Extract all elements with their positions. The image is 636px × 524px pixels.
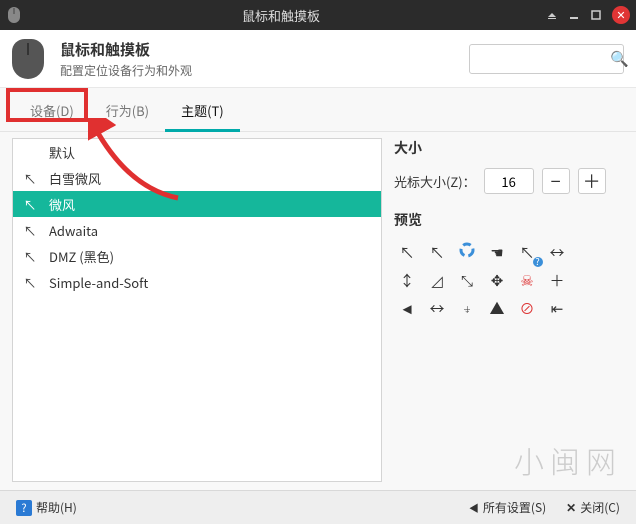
cursor-icon: ↖ (23, 169, 37, 188)
cursor-size-label: 光标大小(Z)： (394, 172, 476, 191)
close-button[interactable]: ✕ 关闭(C) (558, 496, 628, 520)
window-title: 鼠标和触摸板 (22, 6, 540, 25)
cursor-icon: ↖ (23, 247, 37, 266)
mouse-icon (12, 39, 44, 79)
help-icon: ? (16, 500, 32, 516)
progress-ring-preview (459, 242, 475, 263)
cursor-icon: ↖ (23, 221, 37, 240)
header: 鼠标和触摸板 配置定位设备行为和外观 🔍 (0, 30, 636, 88)
theme-item-3[interactable]: ↖ Adwaita (13, 217, 381, 243)
theme-item-4[interactable]: ↖ DMZ (黑色) (13, 243, 381, 269)
footer: ? 帮助(H) ◀ 所有设置(S) ✕ 关闭(C) (0, 490, 636, 524)
cursor-context-preview: ↖ (429, 242, 444, 263)
window-minimize-button[interactable] (564, 5, 584, 25)
theme-item-2[interactable]: ↖ 微风 (13, 191, 381, 217)
preview-section-title: 预览 (394, 210, 624, 230)
size-decrease-button[interactable]: − (542, 168, 570, 194)
page-subtitle: 配置定位设备行为和外观 (60, 62, 192, 79)
up-down-bar-preview: ⍖ (462, 298, 471, 319)
theme-list[interactable]: 默认 ↖ 白雪微风 ↖ 微风 ↖ Adwaita ↖ DMZ (黑色) ↖ Simple-and-S… (12, 138, 382, 482)
tabs: 设备(D) 行为(B) 主题(T) (0, 92, 636, 132)
resize-nwse-preview: ⤡ (461, 270, 473, 291)
resize-ew-preview: ↔ (549, 242, 564, 263)
cursor-size-input[interactable] (484, 168, 534, 194)
theme-item-1[interactable]: ↖ 白雪微风 (13, 165, 381, 191)
insert-left-preview: ⇤ (551, 298, 564, 319)
theme-item-0[interactable]: 默认 (13, 139, 381, 165)
resize-ew2-preview: ↔ (429, 298, 444, 319)
page-title: 鼠标和触摸板 (60, 39, 192, 60)
size-increase-button[interactable]: ＋ (578, 168, 606, 194)
all-settings-button[interactable]: ◀ 所有设置(S) (461, 496, 554, 520)
cursor-icon: ↖ (23, 273, 37, 292)
app-icon (6, 7, 22, 23)
close-label: 关闭(C) (580, 499, 620, 516)
all-settings-label: 所有设置(S) (483, 499, 546, 516)
header-text: 鼠标和触摸板 配置定位设备行为和外观 (60, 39, 192, 79)
theme-item-label: DMZ (黑色) (49, 247, 114, 266)
tabs-container: 设备(D) 行为(B) 主题(T) (0, 88, 636, 132)
window-shade-button[interactable] (542, 5, 562, 25)
help-button[interactable]: ? 帮助(H) (8, 496, 85, 520)
cursor-icon: ↖ (23, 195, 37, 214)
window-close-button[interactable]: ✕ (612, 6, 630, 24)
resize-ns-preview: ↕ (399, 270, 414, 291)
search-input[interactable] (476, 50, 610, 67)
search-box[interactable]: 🔍 (469, 44, 624, 74)
theme-item-label: 白雪微风 (49, 169, 101, 188)
back-icon: ◀ (469, 500, 479, 515)
cursor-up-preview: ▲ (489, 298, 504, 319)
cursor-link-preview: ☚ (490, 242, 503, 263)
tab-behavior[interactable]: 行为(B) (90, 92, 165, 131)
theme-item-label: Simple-and-Soft (49, 273, 148, 292)
help-label: 帮助(H) (36, 499, 77, 516)
window-maximize-button[interactable] (586, 5, 606, 25)
search-icon: 🔍 (610, 48, 629, 69)
skull-preview: ☠ (520, 270, 533, 291)
cursor-solid-preview: ◄ (400, 298, 415, 319)
right-column: 大小 光标大小(Z)： − ＋ 预览 ↖ ↖ ☚ ↖? ↔ ↕ ◿ ⤡ ✥ ☠ ＋ ◄ ↔ ⍖ ▲ ⊘ ⇤ (394, 138, 624, 482)
cursor-help-preview: ↖? (519, 242, 534, 263)
theme-item-label: Adwaita (49, 221, 98, 240)
tab-devices[interactable]: 设备(D) (14, 92, 90, 131)
crosshair-preview: ＋ (549, 270, 564, 291)
move-preview: ✥ (491, 270, 504, 291)
main-content: 默认 ↖ 白雪微风 ↖ 微风 ↖ Adwaita ↖ DMZ (黑色) ↖ Simple-and-S… (0, 132, 636, 490)
cursor-default-preview: ↖ (399, 242, 414, 263)
tab-theme[interactable]: 主题(T) (165, 92, 240, 132)
cursor-size-row: 光标大小(Z)： − ＋ (394, 168, 624, 194)
window-titlebar: 鼠标和触摸板 ✕ (0, 0, 636, 30)
corner-mark-preview: ◿ (431, 270, 443, 291)
close-icon: ✕ (566, 499, 576, 516)
theme-item-5[interactable]: ↖ Simple-and-Soft (13, 269, 381, 295)
theme-item-label: 默认 (49, 143, 75, 162)
cursor-preview-grid: ↖ ↖ ☚ ↖? ↔ ↕ ◿ ⤡ ✥ ☠ ＋ ◄ ↔ ⍖ ▲ ⊘ ⇤ (394, 240, 624, 320)
size-section-title: 大小 (394, 138, 624, 158)
no-entry-preview: ⊘ (519, 298, 534, 319)
theme-item-label: 微风 (49, 195, 75, 214)
